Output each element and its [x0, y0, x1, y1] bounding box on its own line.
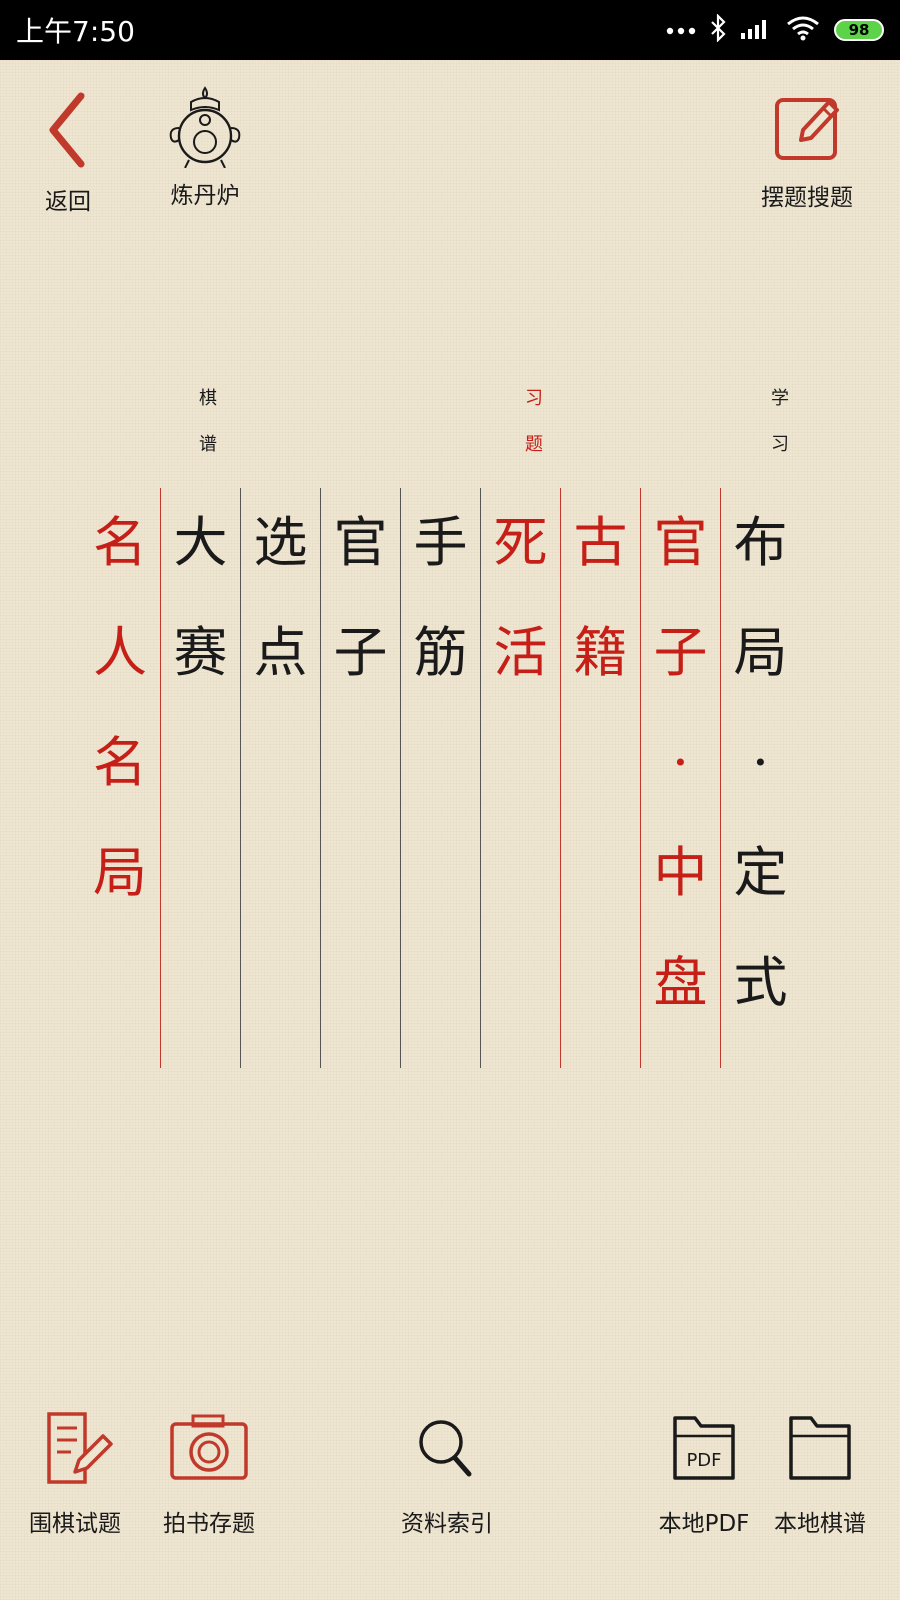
battery-indicator: 98 — [834, 19, 884, 41]
menu-column-endgame-middlegame[interactable]: 官 子 · 中 盘 — [640, 488, 720, 1068]
category-label-xiti: 习题 — [525, 388, 543, 455]
search-icon — [411, 1420, 483, 1490]
menu-column-life-death[interactable]: 死 活 — [480, 488, 560, 1068]
category-label-xuexi: 学习 — [771, 388, 789, 455]
chevron-left-icon — [43, 92, 93, 174]
local-pdf-button[interactable]: PDF 本地PDF — [634, 1412, 774, 1538]
wifi-icon — [786, 15, 820, 45]
pdf-folder-icon: PDF — [671, 1416, 737, 1490]
local-records-button[interactable]: 本地棋谱 — [760, 1412, 880, 1538]
camera-icon — [169, 1414, 249, 1490]
furnace-button[interactable]: 炼丹炉 — [155, 84, 255, 210]
local-pdf-label: 本地PDF — [658, 1511, 750, 1537]
resource-index-button[interactable]: 资料索引 — [392, 1412, 502, 1538]
menu-column-famous-games[interactable]: 名 人 名 局 — [80, 488, 160, 1068]
back-button[interactable]: 返回 — [36, 92, 100, 216]
back-label: 返回 — [45, 189, 91, 215]
signal-icon — [740, 16, 772, 44]
furnace-icon — [163, 86, 247, 174]
photo-save-label: 拍书存题 — [163, 1511, 255, 1537]
go-problems-label: 围棋试题 — [29, 1511, 121, 1537]
menu-column-move-selection[interactable]: 选 点 — [240, 488, 320, 1068]
status-bar: 上午7:50 98 — [0, 0, 900, 60]
more-dots-icon — [666, 21, 696, 40]
bluetooth-icon — [710, 13, 726, 46]
status-time: 上午7:50 — [16, 15, 135, 48]
local-records-label: 本地棋谱 — [774, 1511, 866, 1537]
menu-column-endgame[interactable]: 官 子 — [320, 488, 400, 1068]
document-edit-icon — [35, 1412, 115, 1490]
folder-icon — [787, 1416, 853, 1490]
edit-icon — [771, 98, 843, 170]
menu-column-classics[interactable]: 古 籍 — [560, 488, 640, 1068]
search-problem-button[interactable]: 摆题搜题 — [752, 92, 862, 212]
furnace-label: 炼丹炉 — [170, 183, 240, 209]
resource-index-label: 资料索引 — [401, 1511, 493, 1537]
photo-save-button[interactable]: 拍书存题 — [154, 1412, 264, 1538]
status-icons: 98 — [666, 13, 884, 46]
go-problems-button[interactable]: 围棋试题 — [20, 1412, 130, 1538]
menu-column-opening-joseki[interactable]: 布 局 · 定 式 — [720, 488, 800, 1068]
category-label-qipu: 棋谱 — [199, 388, 217, 455]
menu-column-competition[interactable]: 大 赛 — [160, 488, 240, 1068]
menu-column-tesuji[interactable]: 手 筋 — [400, 488, 480, 1068]
pdf-icon-text: PDF — [686, 1450, 721, 1471]
search-problem-label: 摆题搜题 — [761, 185, 853, 211]
